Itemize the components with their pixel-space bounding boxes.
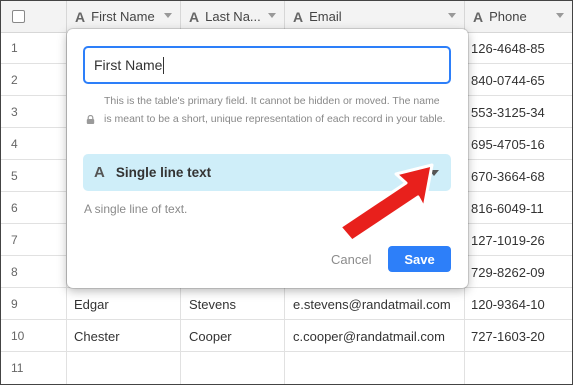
phone-cell[interactable]: 127-1019-26 (465, 224, 572, 256)
column-header-label: First Name (91, 9, 155, 24)
row-number: 7 (1, 224, 67, 256)
column-header-last-name[interactable]: A Last Na... (181, 1, 285, 32)
phone-cell[interactable]: 120-9364-10 (465, 288, 572, 320)
phone-cell[interactable]: 553-3125-34 (465, 96, 572, 128)
field-type-label: Single line text (115, 165, 212, 180)
phone-cell[interactable]: 727-1603-20 (465, 320, 572, 352)
column-menu-chevron-icon[interactable] (164, 13, 172, 18)
table-row[interactable]: 10 Chester Cooper c.cooper@randatmail.co… (1, 320, 572, 352)
primary-field-note: This is the table's primary field. It ca… (104, 95, 446, 125)
column-header-label: Email (309, 9, 342, 24)
column-menu-chevron-icon[interactable] (556, 13, 564, 18)
cancel-button[interactable]: Cancel (325, 246, 377, 272)
last-name-cell[interactable]: Stevens (181, 288, 285, 320)
phone-cell[interactable] (465, 352, 572, 384)
text-type-icon: A (94, 164, 105, 181)
column-header-first-name[interactable]: A First Name (67, 1, 181, 32)
column-menu-chevron-icon[interactable] (268, 13, 276, 18)
phone-cell[interactable]: 126-4648-85 (465, 32, 572, 64)
text-type-icon: A (473, 8, 484, 25)
text-type-icon: A (75, 8, 86, 25)
phone-cell[interactable]: 840-0744-65 (465, 64, 572, 96)
select-all-checkbox[interactable] (12, 10, 25, 23)
row-number: 6 (1, 192, 67, 224)
column-header-email[interactable]: A Email (285, 1, 465, 32)
phone-cell[interactable]: 670-3664-68 (465, 160, 572, 192)
row-number: 11 (1, 352, 67, 384)
field-name-value: First Name (94, 57, 163, 73)
field-name-input[interactable]: First Name (83, 46, 451, 84)
column-menu-chevron-icon[interactable] (448, 13, 456, 18)
text-caret (163, 56, 165, 74)
first-name-cell[interactable] (67, 352, 181, 384)
phone-cell[interactable]: 695-4705-16 (465, 128, 572, 160)
column-header-label: Phone (489, 9, 527, 24)
email-cell[interactable]: c.cooper@randatmail.com (285, 320, 465, 352)
first-name-cell[interactable]: Chester (67, 320, 181, 352)
row-number: 9 (1, 288, 67, 320)
annotation-arrow-icon (338, 163, 434, 243)
field-editor-popup: First Name This is the table's primary f… (67, 29, 468, 288)
row-number: 4 (1, 128, 67, 160)
field-type-description: A single line of text. (84, 202, 188, 216)
text-type-icon: A (293, 8, 304, 25)
row-number: 8 (1, 256, 67, 288)
row-number: 2 (1, 64, 67, 96)
row-number: 5 (1, 160, 67, 192)
table-row[interactable]: 9 Edgar Stevens e.stevens@randatmail.com… (1, 288, 572, 320)
phone-cell[interactable]: 729-8262-09 (465, 256, 572, 288)
text-type-icon: A (189, 8, 200, 25)
column-header-phone[interactable]: A Phone (465, 1, 572, 32)
email-cell[interactable] (285, 352, 465, 384)
last-name-cell[interactable] (181, 352, 285, 384)
last-name-cell[interactable]: Cooper (181, 320, 285, 352)
column-header-label: Last Na... (205, 9, 261, 24)
save-button[interactable]: Save (388, 246, 451, 272)
row-number: 10 (1, 320, 67, 352)
select-all-cell (1, 1, 67, 32)
phone-cell[interactable]: 816-6049-11 (465, 192, 572, 224)
row-number: 3 (1, 96, 67, 128)
first-name-cell[interactable]: Edgar (67, 288, 181, 320)
lock-icon (86, 115, 95, 124)
email-cell[interactable]: e.stevens@randatmail.com (285, 288, 465, 320)
table-row[interactable]: 11 (1, 352, 572, 384)
row-number: 1 (1, 32, 67, 64)
